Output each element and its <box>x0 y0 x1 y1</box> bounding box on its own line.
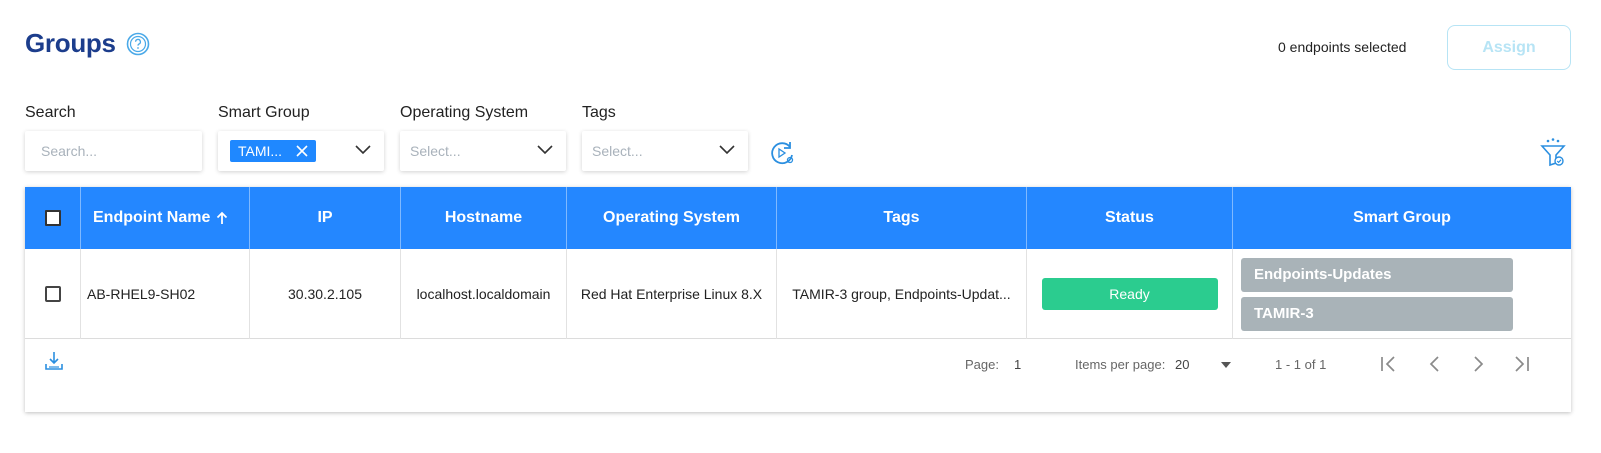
os-placeholder: Select... <box>410 143 461 159</box>
previous-page-icon[interactable] <box>1425 354 1445 374</box>
selected-count: 0 endpoints selected <box>1278 39 1407 55</box>
page-header: Groups <box>25 28 150 59</box>
select-all-checkbox[interactable] <box>44 210 61 226</box>
column-label: Operating System <box>603 209 740 226</box>
smart-group-chip-label: TAMI... <box>238 143 283 159</box>
endpoint-name-cell: AB-RHEL9-SH02 <box>81 249 250 339</box>
page-title: Groups <box>25 28 116 58</box>
first-page-icon[interactable] <box>1379 354 1399 374</box>
smart-group-tag[interactable]: Endpoints-Updates <box>1241 257 1513 292</box>
tags-cell: TAMIR-3 group, Endpoints-Updat... <box>777 249 1027 339</box>
table-header: Endpoint Name IP Hostname Operating Syst… <box>25 187 1571 249</box>
chevron-down-icon[interactable] <box>718 143 736 157</box>
column-header-ip[interactable]: IP <box>250 187 401 249</box>
chevron-down-icon[interactable] <box>536 143 554 157</box>
smart-group-label: Smart Group <box>218 104 310 121</box>
ip-cell: 30.30.2.105 <box>250 249 401 339</box>
column-label: Hostname <box>444 209 523 226</box>
os-select[interactable]: Select... <box>400 131 566 171</box>
os-label: Operating System <box>400 104 529 121</box>
row-checkbox[interactable] <box>44 286 61 302</box>
column-header-hostname[interactable]: Hostname <box>401 187 567 249</box>
page-number[interactable]: 1 <box>1014 357 1021 372</box>
range-text: 1 - 1 of 1 <box>1275 357 1327 372</box>
close-icon[interactable] <box>296 145 308 157</box>
reset-filters-icon[interactable] <box>768 139 796 167</box>
select-all-cell <box>25 187 81 249</box>
row-checkbox-cell <box>25 249 81 339</box>
items-per-page-label: Items per page: <box>1075 357 1166 372</box>
column-label: Status <box>1105 209 1154 226</box>
column-header-endpoint-name[interactable]: Endpoint Name <box>81 187 250 249</box>
smart-group-cell: Endpoints-Updates TAMIR-3 <box>1233 249 1571 339</box>
chevron-down-icon[interactable] <box>354 143 372 157</box>
column-header-tags[interactable]: Tags <box>777 187 1027 249</box>
table-footer: Page: 1 Items per page: 20 1 - 1 of 1 <box>25 339 1571 412</box>
tags-select[interactable]: Select... <box>582 131 748 171</box>
column-label: Endpoint Name <box>93 209 211 226</box>
endpoints-table: Endpoint Name IP Hostname Operating Syst… <box>25 187 1571 412</box>
help-circle-icon[interactable] <box>126 32 150 56</box>
download-icon[interactable] <box>45 351 63 371</box>
column-header-status[interactable]: Status <box>1027 187 1233 249</box>
column-label: IP <box>317 209 333 226</box>
status-cell: Ready <box>1027 249 1233 339</box>
smart-group-tag[interactable]: TAMIR-3 <box>1241 296 1513 331</box>
smart-group-chip: TAMI... <box>230 140 317 162</box>
sort-up-arrow-icon[interactable] <box>216 211 228 225</box>
column-label: Smart Group <box>1353 209 1451 226</box>
last-page-icon[interactable] <box>1511 354 1531 374</box>
column-header-os[interactable]: Operating System <box>567 187 777 249</box>
status-badge: Ready <box>1041 278 1218 310</box>
items-per-page-select[interactable]: 20 <box>1175 357 1189 372</box>
search-label: Search <box>25 104 76 121</box>
hostname-cell: localhost.localdomain <box>401 249 567 339</box>
filter-funnel-icon[interactable] <box>1540 137 1566 167</box>
os-cell: Red Hat Enterprise Linux 8.X <box>567 249 777 339</box>
search-input[interactable]: Search... <box>25 131 202 171</box>
table-row[interactable]: AB-RHEL9-SH02 30.30.2.105 localhost.loca… <box>25 249 1571 339</box>
tags-placeholder: Select... <box>592 143 643 159</box>
search-placeholder: Search... <box>41 143 98 159</box>
column-header-smart-group[interactable]: Smart Group <box>1233 187 1571 249</box>
dropdown-caret-icon[interactable] <box>1221 362 1231 368</box>
assign-button[interactable]: Assign <box>1447 25 1571 70</box>
page-label: Page: <box>965 357 999 372</box>
next-page-icon[interactable] <box>1468 354 1488 374</box>
tags-label: Tags <box>582 104 616 121</box>
smart-group-select[interactable]: TAMI... <box>218 131 384 171</box>
column-label: Tags <box>883 209 920 226</box>
